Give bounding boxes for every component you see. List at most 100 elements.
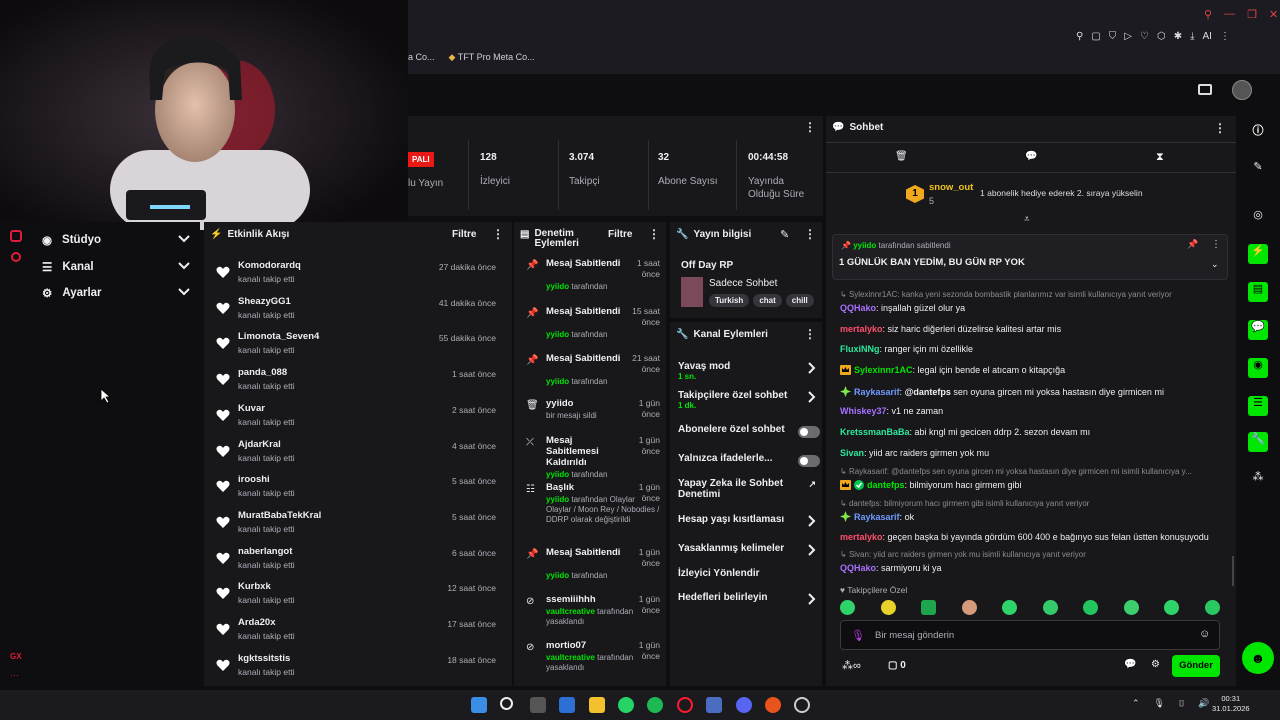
nav-item-studio[interactable]: ◉ Stüdyo <box>42 233 190 247</box>
app-icon[interactable] <box>794 697 810 713</box>
channel-action-item[interactable]: Yapay Zeka ile Sohbet Denetimi ↗ <box>678 478 820 500</box>
channel-action-item[interactable]: Hesap yaşı kısıtlaması <box>678 514 820 536</box>
activity-filter-button[interactable]: Filtre <box>452 229 476 240</box>
chat-username[interactable]: FluxiNNg <box>840 344 880 354</box>
settings-icon[interactable] <box>11 252 21 262</box>
close-icon[interactable]: ✕ <box>1269 8 1278 21</box>
list-item[interactable]: panda_088 kanalı takip etti 1 saat önce <box>212 365 504 397</box>
channel-action-item[interactable]: Yavaş mod 1 sn. <box>678 361 820 383</box>
activity-menu-icon[interactable]: ⋮ <box>492 227 504 241</box>
chat-icon[interactable]: 💬 <box>1248 320 1268 340</box>
whatsapp-icon[interactable] <box>618 697 634 713</box>
list-item[interactable]: AjdarKral kanalı takip etti 4 saat önce <box>212 437 504 469</box>
chat-message[interactable]: mertalyko: geçen başka bi yayında gördüm… <box>840 532 1220 542</box>
pencil-icon[interactable]: ✎ <box>1248 160 1268 180</box>
chat-username[interactable]: Sivan <box>840 448 864 458</box>
list-check-icon[interactable]: ☰ <box>1248 396 1268 416</box>
menu-icon[interactable]: ⋮ <box>1220 31 1230 42</box>
chat-username[interactable]: KretssmanBaBa <box>840 427 910 437</box>
emoji-icon[interactable]: ☺ <box>1199 628 1210 640</box>
points-count[interactable]: ▢ 0 <box>888 660 906 671</box>
search-icon[interactable]: ⚲ <box>1204 8 1212 21</box>
community-icon[interactable]: ⁂∞ <box>842 659 861 672</box>
chat-username[interactable]: mertalyko <box>840 532 883 542</box>
chat-message[interactable]: dantefps: bilmiyorum hacı girmem gibi <box>840 480 1220 490</box>
channel-action-item[interactable]: Hedefleri belirleyin <box>678 592 820 614</box>
channel-action-item[interactable]: İzleyici Yönlendir <box>678 568 820 590</box>
list-item[interactable]: Arda20x kanalı takip etti 17 saat önce <box>212 615 504 647</box>
toggle-switch[interactable] <box>798 455 820 467</box>
clock[interactable]: 00:31 31.01.2026 <box>1212 694 1250 714</box>
chat-message[interactable]: FluxiNNg: ranger için mi özellikle <box>840 344 1220 354</box>
unpin-icon[interactable]: 📌 <box>1187 239 1198 250</box>
emote[interactable] <box>921 600 937 615</box>
list-item[interactable]: SheazyGG1 kanalı takip etti 41 dakika önce <box>212 294 504 326</box>
pin-icon[interactable]: ⚲ <box>1076 31 1083 42</box>
send-button[interactable]: Gönder <box>1172 655 1220 677</box>
trash-icon[interactable]: 🗑 <box>895 151 908 162</box>
steam-icon[interactable] <box>706 697 722 713</box>
chat-message[interactable]: Raykasarif: @dantefps sen oyuna gircen m… <box>840 386 1220 397</box>
streamer-mode-icon[interactable] <box>1198 84 1212 95</box>
chat-menu-icon[interactable]: ⋮ <box>1214 121 1226 135</box>
cube-icon[interactable]: ⬡ <box>1157 31 1166 42</box>
chat-message[interactable]: Whiskey37: v1 ne zaman <box>840 406 1220 416</box>
stream-category[interactable]: Sadece Sohbet <box>709 278 777 289</box>
bolt-icon[interactable]: ⚡ <box>1248 244 1268 264</box>
chat-username[interactable]: Whiskey37 <box>840 406 887 416</box>
chat-message[interactable]: Raykasarif: ok <box>840 511 1220 522</box>
gear-icon[interactable]: ⚙ <box>1151 659 1160 670</box>
mail-icon[interactable] <box>559 697 575 713</box>
community-icon[interactable]: ⁂ <box>1248 470 1268 490</box>
chevron-down-icon[interactable]: ⌄ <box>1211 259 1219 270</box>
bookmark[interactable]: ◆ TFT Pro Meta Co... <box>449 52 535 66</box>
wrench-icon[interactable]: 🔧 <box>1248 432 1268 452</box>
mod-filter-button[interactable]: Filtre <box>608 229 632 240</box>
minimize-icon[interactable]: — <box>1224 8 1235 21</box>
spotify-icon[interactable] <box>647 697 663 713</box>
volume-icon[interactable]: 🔊 <box>1198 698 1209 709</box>
channel-action-item[interactable]: Yasaklanmış kelimeler <box>678 543 820 565</box>
channel-action-item[interactable]: Abonelere özel sohbet <box>678 424 820 446</box>
mod-menu-icon[interactable]: ⋮ <box>648 227 660 241</box>
chat-input[interactable]: 🎙 Bir mesaj gönderin ☺ <box>840 620 1220 650</box>
emote[interactable] <box>1164 600 1180 615</box>
scrollbar[interactable] <box>1232 556 1234 586</box>
more-icon[interactable]: ··· <box>10 670 19 680</box>
chat-message[interactable]: Sivan: yiid arc raiders girmen yok mu <box>840 448 1220 458</box>
emote[interactable] <box>840 600 855 615</box>
app-icon[interactable] <box>765 697 781 713</box>
folder-icon[interactable] <box>589 697 605 713</box>
toggle-switch[interactable] <box>798 426 820 438</box>
stream-info-menu-icon[interactable]: ⋮ <box>804 227 816 241</box>
list-item[interactable]: naberlangot kanalı takip etti 6 saat önce <box>212 544 504 576</box>
ai-button[interactable]: AI <box>1203 31 1212 42</box>
heart-icon[interactable]: ♡ <box>1140 31 1149 42</box>
avatar[interactable] <box>1232 80 1252 100</box>
info-icon[interactable]: ⓘ <box>1248 122 1268 142</box>
mic-icon[interactable]: 🎙 <box>851 629 865 642</box>
chat-bubble-icon[interactable]: 💬 <box>1025 151 1037 162</box>
mic-icon[interactable]: 🎙 <box>1154 698 1165 709</box>
chat-message[interactable]: Sylexinnr1AC: legal için bende el atıcam… <box>840 365 1220 375</box>
chevron-up-icon[interactable]: ⌃ <box>1132 698 1140 709</box>
search-icon[interactable] <box>500 697 513 710</box>
opera-icon[interactable] <box>677 697 693 713</box>
home-icon[interactable] <box>10 230 22 242</box>
list-item[interactable]: irooshi kanalı takip etti 5 saat önce <box>212 472 504 504</box>
channel-action-item[interactable]: Takipçilere özel sohbet 1 dk. <box>678 390 820 412</box>
channel-actions-menu-icon[interactable]: ⋮ <box>804 327 816 341</box>
chat-username[interactable]: QQHako <box>840 563 876 573</box>
emote[interactable] <box>1204 600 1220 615</box>
discord-icon[interactable] <box>736 697 752 713</box>
emote[interactable] <box>1042 600 1058 615</box>
chat-username[interactable]: mertalyko <box>840 324 883 334</box>
download-icon[interactable]: ⤓ <box>1190 31 1194 42</box>
extensions-icon[interactable]: ✱ <box>1174 31 1182 42</box>
shield-icon[interactable]: ⛉ <box>1109 31 1117 42</box>
gifter-name[interactable]: snow_out <box>929 182 973 193</box>
emote[interactable] <box>1123 600 1139 615</box>
nav-item-channel[interactable]: ☰ Kanal <box>42 260 190 274</box>
camera-icon[interactable]: ◎ <box>1248 208 1268 228</box>
pinned-menu-icon[interactable]: ⋮ <box>1211 239 1221 250</box>
